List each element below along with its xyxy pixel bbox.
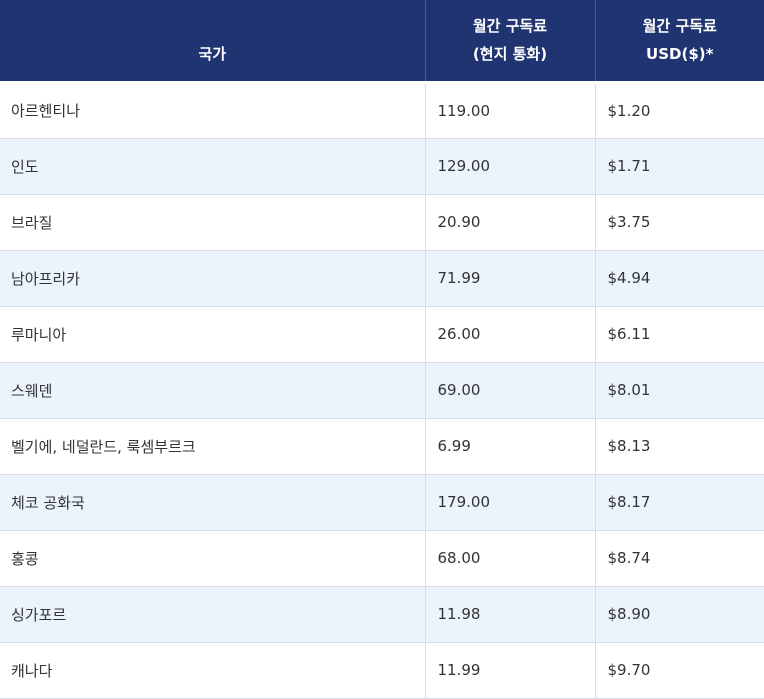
country-header-label: 국가	[198, 45, 227, 64]
local-price-cell: 119.00	[425, 80, 596, 139]
table-row: 남아프리카 71.99 $4.94	[0, 250, 764, 307]
local-price-cell: 68.00	[425, 530, 596, 587]
local-price-column-header: 월간 구독료 (현지 통화)	[425, 0, 596, 82]
usd-price-cell: $8.13	[595, 418, 764, 475]
usd-price-cell: $3.75	[595, 194, 764, 251]
usd-price-column-header: 월간 구독료 USD($)*	[595, 0, 764, 82]
country-cell: 남아프리카	[0, 250, 426, 307]
country-cell: 인도	[0, 138, 426, 195]
local-price-cell: 20.90	[425, 194, 596, 251]
local-price-cell: 6.99	[425, 418, 596, 475]
usd-price-cell: $1.20	[595, 80, 764, 139]
local-price-cell: 71.99	[425, 250, 596, 307]
country-cell: 싱가포르	[0, 586, 426, 643]
table-row: 싱가포르 11.98 $8.90	[0, 586, 764, 643]
country-cell: 홍콩	[0, 530, 426, 587]
country-cell: 캐나다	[0, 642, 426, 699]
country-cell: 체코 공화국	[0, 474, 426, 531]
header-row: 국가 월간 구독료 (현지 통화) 월간 구독료 USD($)*	[0, 0, 764, 82]
local-price-cell: 129.00	[425, 138, 596, 195]
table-row: 홍콩 68.00 $8.74	[0, 530, 764, 587]
table-row: 루마니아 26.00 $6.11	[0, 306, 764, 363]
country-cell: 브라질	[0, 194, 426, 251]
table-body: 아르헨티나 119.00 $1.20 인도 129.00 $1.71 브라질 2…	[0, 80, 764, 699]
local-price-cell: 11.99	[425, 642, 596, 699]
usd-price-cell: $4.94	[595, 250, 764, 307]
usd-price-cell: $6.11	[595, 306, 764, 363]
table-row: 아르헨티나 119.00 $1.20	[0, 80, 764, 139]
usd-price-cell: $8.74	[595, 530, 764, 587]
usd-price-cell: $8.90	[595, 586, 764, 643]
local-header-line2: (현지 통화)	[472, 45, 548, 64]
country-cell: 스웨덴	[0, 362, 426, 419]
usd-price-cell: $9.70	[595, 642, 764, 699]
local-price-cell: 69.00	[425, 362, 596, 419]
table-row: 브라질 20.90 $3.75	[0, 194, 764, 251]
country-cell: 벨기에, 네덜란드, 룩셈부르크	[0, 418, 426, 475]
usd-price-cell: $8.17	[595, 474, 764, 531]
local-price-cell: 11.98	[425, 586, 596, 643]
table-header: 국가 월간 구독료 (현지 통화) 월간 구독료 USD($)*	[0, 0, 764, 82]
usd-header-line1: 월간 구독료	[642, 17, 717, 36]
usd-header-line2: USD($)*	[646, 45, 714, 64]
local-header-line1: 월간 구독료	[472, 17, 548, 36]
local-price-cell: 179.00	[425, 474, 596, 531]
country-cell: 루마니아	[0, 306, 426, 363]
table-row: 캐나다 11.99 $9.70	[0, 642, 764, 699]
usd-price-cell: $1.71	[595, 138, 764, 195]
country-cell: 아르헨티나	[0, 80, 426, 139]
usd-price-cell: $8.01	[595, 362, 764, 419]
table-row: 체코 공화국 179.00 $8.17	[0, 474, 764, 531]
country-column-header: 국가	[0, 0, 426, 82]
local-price-cell: 26.00	[425, 306, 596, 363]
table-row: 벨기에, 네덜란드, 룩셈부르크 6.99 $8.13	[0, 418, 764, 475]
subscription-price-table: 국가 월간 구독료 (현지 통화) 월간 구독료 USD($)* 아르헨티나 1…	[0, 0, 764, 699]
table-row: 인도 129.00 $1.71	[0, 138, 764, 195]
table-row: 스웨덴 69.00 $8.01	[0, 362, 764, 419]
